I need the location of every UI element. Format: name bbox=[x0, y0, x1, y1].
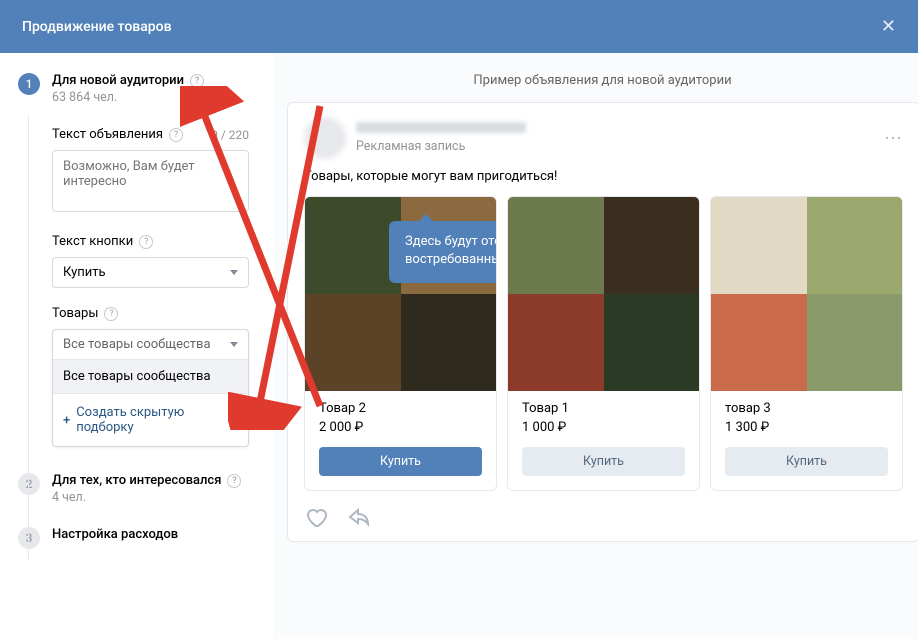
preview-panel: Пример объявления для новой аудитории Ре… bbox=[273, 53, 918, 639]
step-bullet-2: 2 bbox=[18, 473, 40, 495]
buy-button[interactable]: Купить bbox=[725, 447, 888, 476]
buy-button[interactable]: Купить bbox=[522, 447, 685, 476]
modal-header: Продвижение товаров ✕ bbox=[0, 0, 918, 53]
ad-label: Рекламная запись bbox=[356, 139, 874, 154]
more-icon[interactable]: ⋯ bbox=[884, 128, 903, 149]
ad-text-section: Текст объявления ? 0 / 220 bbox=[52, 127, 249, 216]
goods-section: Товары ? Все товары сообщества Все товар… bbox=[52, 306, 249, 447]
ad-lead-text: Товары, которые могут вам пригодиться! bbox=[288, 169, 918, 196]
step-bullet-3: 3 bbox=[18, 527, 40, 549]
chevron-down-icon bbox=[230, 342, 238, 347]
post-actions bbox=[288, 491, 918, 529]
ad-text-input[interactable] bbox=[52, 150, 249, 212]
product-card[interactable]: Товар 1 1 000 ₽ Купить bbox=[507, 196, 700, 491]
goods-selected: Все товары сообщества bbox=[63, 337, 211, 352]
button-text-label: Текст кнопки bbox=[52, 234, 133, 249]
goods-select[interactable]: Все товары сообщества Все товары сообщес… bbox=[52, 329, 249, 447]
step-3[interactable]: 3 Настройка расходов bbox=[18, 527, 249, 549]
tooltip-text: Здесь будут отображаться самые востребов… bbox=[405, 234, 497, 267]
left-panel: 1 Для новой аудитории? 63 864 чел. Текст… bbox=[0, 53, 273, 639]
button-text-section: Текст кнопки ? Купить bbox=[52, 234, 249, 288]
step-1-sub: 63 864 чел. bbox=[52, 90, 249, 105]
info-tooltip: Здесь будут отображаться самые востребов… bbox=[389, 221, 497, 283]
ad-text-label: Текст объявления bbox=[52, 127, 163, 142]
product-name: Товар 1 bbox=[522, 401, 685, 416]
chevron-down-icon bbox=[230, 270, 238, 275]
help-icon[interactable]: ? bbox=[227, 474, 241, 488]
product-price: 2 000 ₽ bbox=[319, 420, 482, 435]
step-bullet-1: 1 bbox=[18, 73, 40, 95]
product-image bbox=[711, 197, 902, 391]
help-icon[interactable]: ? bbox=[104, 307, 118, 321]
step-1[interactable]: 1 Для новой аудитории? 63 864 чел. bbox=[18, 73, 249, 105]
preview-title: Пример объявления для новой аудитории bbox=[287, 73, 918, 88]
step-2-title: Для тех, кто интересовался bbox=[52, 473, 221, 488]
buy-button[interactable]: Купить bbox=[319, 447, 482, 476]
product-price: 1 300 ₽ bbox=[725, 420, 888, 435]
step-2-sub: 4 чел. bbox=[52, 490, 249, 505]
ad-preview-card: Рекламная запись ⋯ Товары, которые могут… bbox=[287, 102, 918, 542]
create-hidden-collection[interactable]: + Создать скрытую подборку bbox=[53, 393, 248, 446]
button-text-value: Купить bbox=[63, 265, 106, 280]
products-row: Здесь будут отображаться самые востребов… bbox=[288, 196, 918, 491]
product-card[interactable]: товар 3 1 300 ₽ Купить bbox=[710, 196, 903, 491]
product-name: Товар 2 bbox=[319, 401, 482, 416]
step-line bbox=[28, 115, 29, 560]
publisher-name bbox=[356, 122, 526, 133]
char-counter: 0 / 220 bbox=[211, 128, 249, 142]
help-icon[interactable]: ? bbox=[190, 74, 204, 88]
avatar bbox=[304, 117, 346, 159]
step-1-title: Для новой аудитории bbox=[52, 73, 184, 88]
product-image bbox=[508, 197, 699, 391]
create-label: Создать скрытую подборку bbox=[76, 405, 238, 435]
step-2[interactable]: 2 Для тех, кто интересовался? 4 чел. bbox=[18, 473, 249, 505]
help-icon[interactable]: ? bbox=[169, 128, 183, 142]
product-name: товар 3 bbox=[725, 401, 888, 416]
step-3-title: Настройка расходов bbox=[52, 527, 178, 542]
goods-option-all[interactable]: Все товары сообщества bbox=[53, 359, 248, 393]
help-icon[interactable]: ? bbox=[139, 235, 153, 249]
close-icon[interactable]: ✕ bbox=[881, 16, 896, 37]
product-card[interactable]: Здесь будут отображаться самые востребов… bbox=[304, 196, 497, 491]
product-price: 1 000 ₽ bbox=[522, 420, 685, 435]
plus-icon: + bbox=[63, 413, 70, 428]
modal-title: Продвижение товаров bbox=[22, 19, 172, 35]
share-icon[interactable] bbox=[346, 505, 370, 529]
goods-label: Товары bbox=[52, 306, 98, 321]
button-text-select[interactable]: Купить bbox=[52, 257, 249, 288]
like-icon[interactable] bbox=[304, 505, 328, 529]
